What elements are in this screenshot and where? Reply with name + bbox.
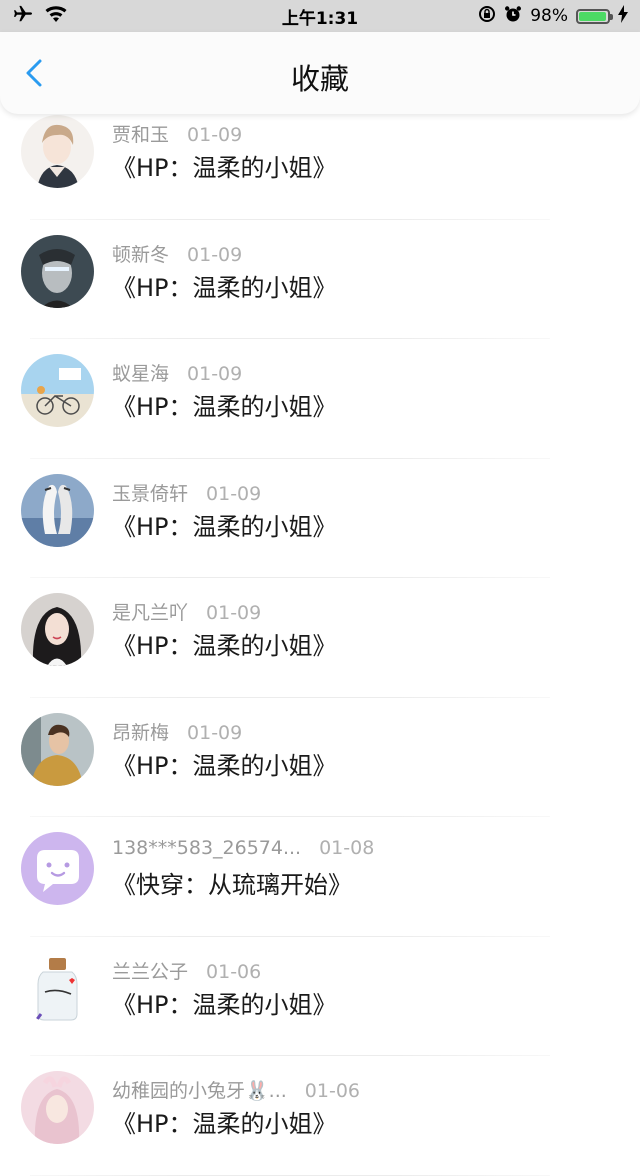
item-meta: 蚁星海 01-09 [112, 359, 242, 386]
favorites-list: 贾和玉 01-09 《HP：温柔的小姐》 顿新冬 01-09 《HP：温柔的小姐》 [0, 100, 640, 1176]
avatar [21, 951, 94, 1025]
item-username: 蚁星海 [112, 363, 170, 385]
item-username: 兰兰公子 [112, 960, 189, 983]
battery-fill [579, 11, 607, 21]
item-meta: 是凡兰吖 01-09 [112, 598, 261, 625]
list-item[interactable]: 玉景倚轩 01-09 《HP：温柔的小姐》 [0, 459, 640, 579]
avatar [21, 234, 94, 308]
item-meta: 兰兰公子 01-06 [112, 957, 261, 984]
battery-icon [576, 8, 613, 24]
item-meta: 幼稚园的小兔牙🐰... 01-06 [112, 1076, 360, 1103]
airplane-icon [12, 5, 34, 28]
item-book-title: 《HP：温柔的小姐》 [112, 1110, 337, 1138]
list-item[interactable]: 昂新梅 01-09 《HP：温柔的小姐》 [0, 698, 640, 818]
item-book-title: 《HP：温柔的小姐》 [112, 512, 337, 541]
item-date: 01-09 [206, 482, 262, 505]
item-date: 01-06 [206, 960, 262, 983]
item-date: 01-09 [187, 363, 243, 385]
wifi-icon [44, 5, 68, 28]
avatar [21, 593, 94, 666]
avatar [21, 115, 94, 188]
item-date: 01-06 [304, 1080, 360, 1102]
item-date: 01-09 [187, 243, 243, 266]
item-username: 贾和玉 [112, 124, 170, 146]
avatar [21, 354, 94, 427]
item-username: 是凡兰吖 [112, 602, 189, 624]
navbar: 收藏 [0, 32, 640, 114]
item-meta: 贾和玉 01-09 [112, 120, 242, 147]
status-bar: 上午1:31 98% [0, 0, 640, 32]
list-item[interactable]: 138***583_26574... 01-08 《快穿：从琉璃开始》 [0, 817, 640, 937]
avatar [21, 1071, 94, 1144]
item-date: 01-09 [206, 602, 262, 624]
item-username: 幼稚园的小兔牙🐰... [112, 1080, 287, 1102]
item-date: 01-09 [187, 124, 243, 146]
status-bar-left [12, 5, 68, 28]
item-meta: 138***583_26574... 01-08 [112, 837, 374, 859]
list-item[interactable]: 幼稚园的小兔牙🐰... 01-06 《HP：温柔的小姐》 [0, 1056, 640, 1176]
item-username: 顿新冬 [112, 243, 170, 266]
item-username: 昂新梅 [112, 721, 170, 744]
page-title: 收藏 [290, 62, 349, 96]
item-username: 138***583_26574... [112, 837, 302, 859]
rotation-lock-icon [478, 5, 496, 28]
avatar [21, 712, 94, 786]
status-bar-right: 98% [478, 4, 628, 28]
avatar [21, 832, 94, 905]
item-username: 玉景倚轩 [112, 482, 189, 505]
item-book-title: 《HP：温柔的小姐》 [112, 393, 337, 421]
item-book-title: 《快穿：从琉璃开始》 [112, 871, 352, 899]
list-item[interactable]: 兰兰公子 01-06 《HP：温柔的小姐》 [0, 937, 640, 1057]
avatar [21, 473, 94, 547]
list-item[interactable]: 贾和玉 01-09 《HP：温柔的小姐》 [0, 100, 640, 220]
list-item[interactable]: 顿新冬 01-09 《HP：温柔的小姐》 [0, 220, 640, 340]
battery-percent: 98% [530, 6, 568, 26]
item-meta: 昂新梅 01-09 [112, 718, 242, 745]
item-meta: 顿新冬 01-09 [112, 240, 242, 267]
item-book-title: 《HP：温柔的小姐》 [112, 632, 337, 660]
item-date: 01-08 [319, 837, 375, 859]
list-item[interactable]: 是凡兰吖 01-09 《HP：温柔的小姐》 [0, 578, 640, 698]
list-item[interactable]: 蚁星海 01-09 《HP：温柔的小姐》 [0, 339, 640, 459]
item-book-title: 《HP：温柔的小姐》 [112, 273, 337, 302]
alarm-icon [504, 5, 522, 28]
item-book-title: 《HP：温柔的小姐》 [112, 154, 337, 182]
item-book-title: 《HP：温柔的小姐》 [112, 751, 337, 780]
item-date: 01-09 [187, 721, 243, 744]
item-meta: 玉景倚轩 01-09 [112, 479, 261, 506]
charging-icon [618, 4, 628, 28]
item-book-title: 《HP：温柔的小姐》 [112, 990, 337, 1019]
